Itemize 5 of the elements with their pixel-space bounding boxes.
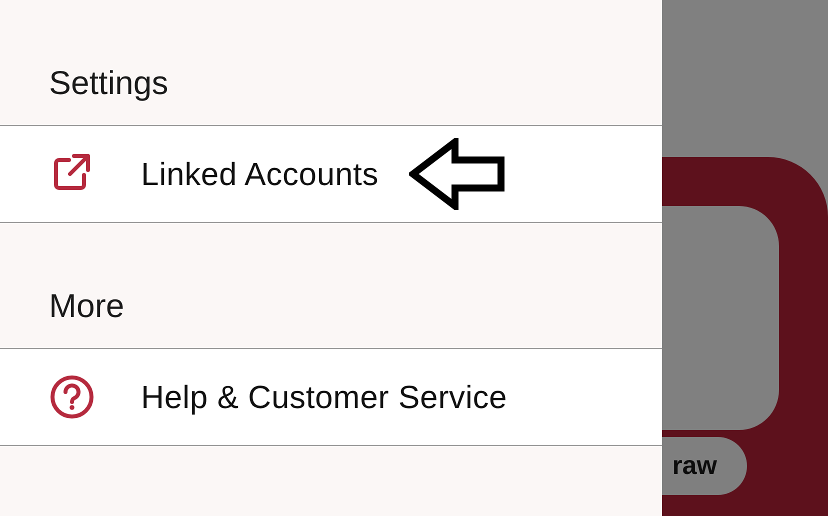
section-header: More xyxy=(49,286,124,326)
withdraw-button[interactable]: raw xyxy=(662,436,747,494)
help-icon xyxy=(50,375,94,419)
menu-item[interactable]: Linked Accounts xyxy=(141,150,379,198)
section-header: Settings xyxy=(49,62,168,103)
